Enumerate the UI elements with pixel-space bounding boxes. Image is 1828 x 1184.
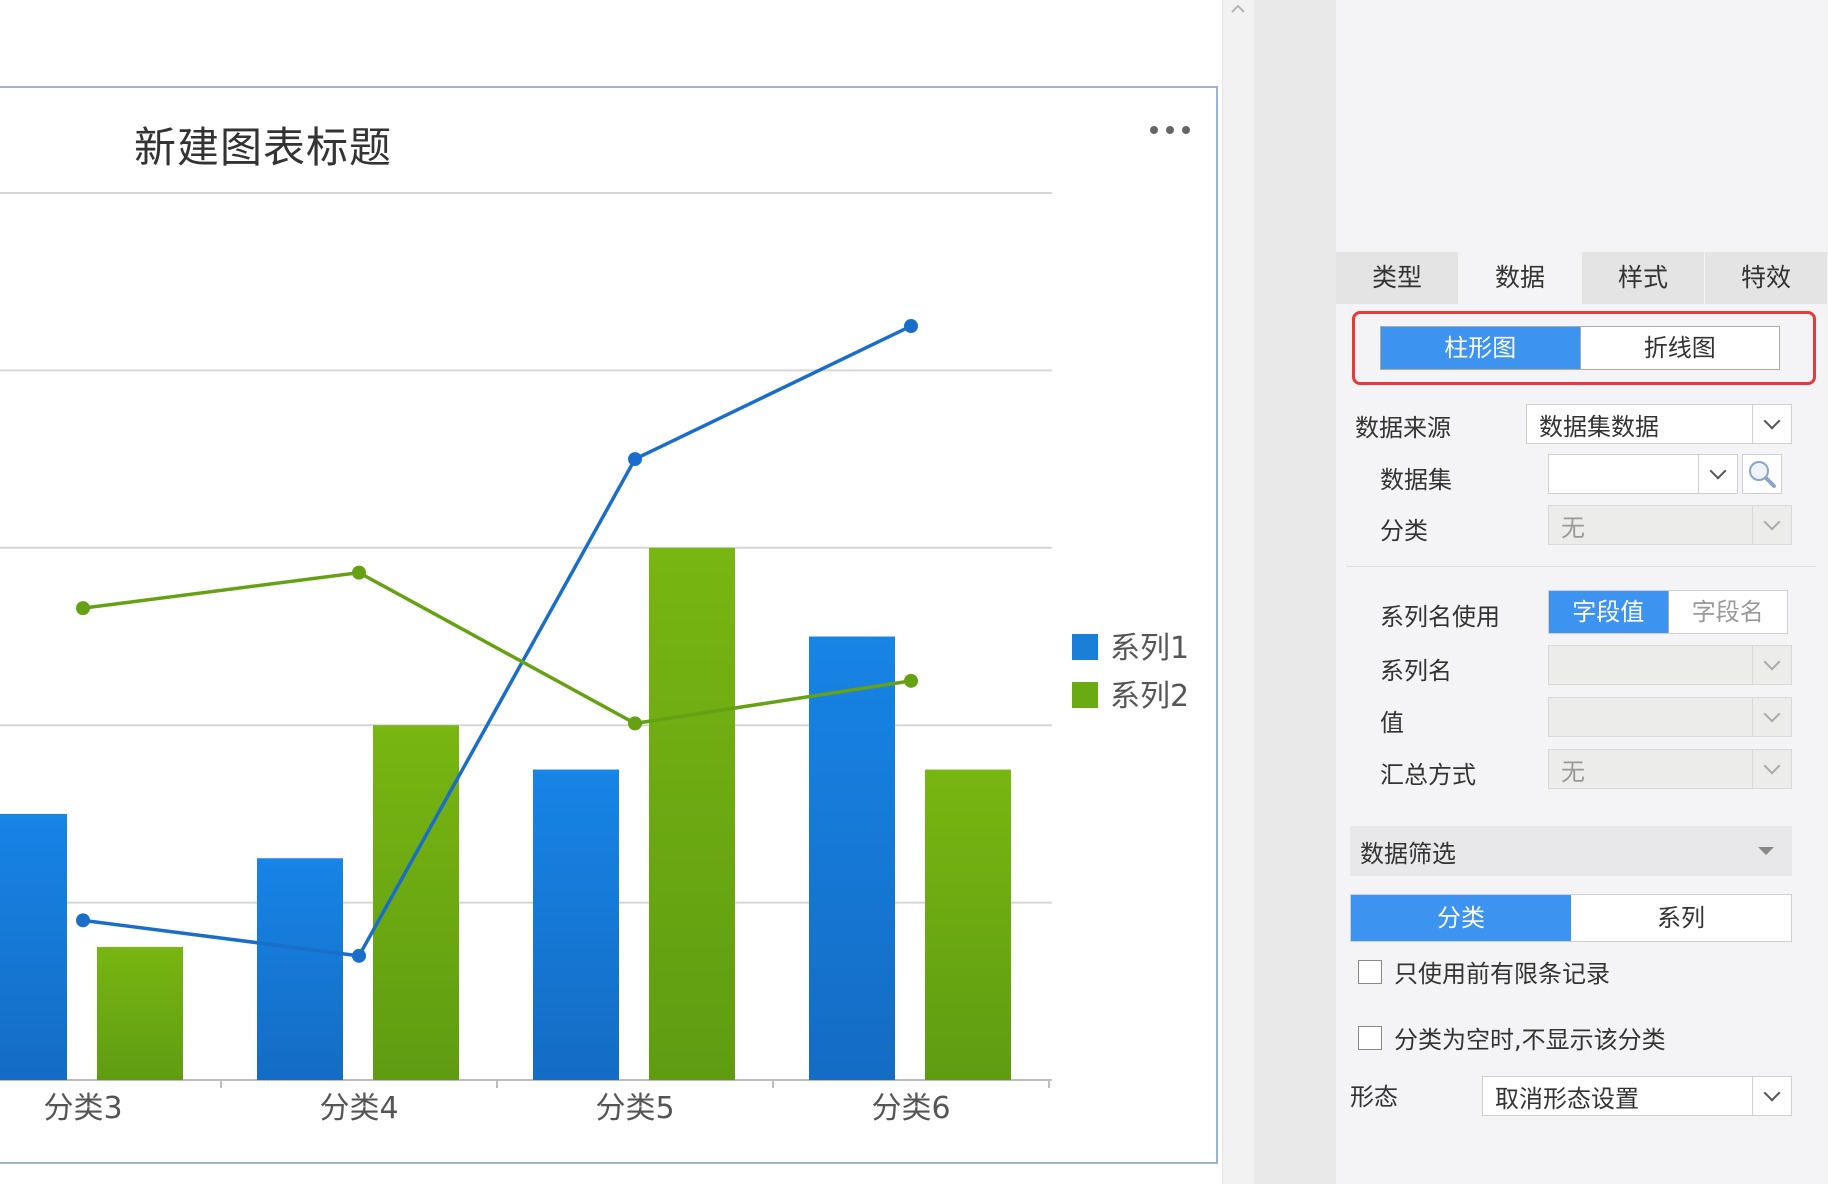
combo-chart: 分类3 分类4 分类5 分类6 系列1 系列2 [0,192,1189,1126]
category-select[interactable]: 无 [1548,505,1792,545]
limit-records-label: 只使用前有限条记录 [1394,960,1610,988]
data-filter-header[interactable]: 数据筛选 [1350,826,1792,876]
limit-records-checkbox-row[interactable]: 只使用前有限条记录 [1358,954,1610,989]
line-point [628,716,642,731]
series-name-select[interactable] [1548,645,1792,685]
x-tick-label: 分类5 [595,1091,674,1126]
chevron-down-icon[interactable] [1752,750,1791,788]
legend-label: 系列1 [1110,631,1189,666]
bar-series1 [257,858,343,1080]
value-select[interactable] [1548,697,1792,737]
bar-series2 [649,547,735,1080]
chevron-down-icon[interactable] [1698,455,1737,493]
category-value: 无 [1561,513,1585,542]
field-value-option[interactable]: 字段值 [1549,591,1668,633]
chevron-down-icon[interactable] [1752,405,1791,443]
aggregate-select[interactable]: 无 [1548,749,1792,789]
dataset-label: 数据集 [1380,466,1452,494]
chart-title: 新建图表标题 [134,123,393,172]
aggregate-value: 无 [1561,757,1585,786]
series-name-label: 系列名 [1380,657,1452,685]
hide-empty-category-checkbox-row[interactable]: 分类为空时,不显示该分类 [1358,1020,1666,1055]
bar-series1 [533,769,619,1080]
bar-series1 [809,636,895,1080]
series-name-use-toggle: 字段值 字段名 [1548,590,1788,634]
bar-series2 [925,769,1011,1080]
x-tick-label: 分类3 [43,1091,122,1126]
data-filter-label: 数据筛选 [1360,839,1456,868]
value-label: 值 [1380,709,1404,737]
vertical-scrollbar[interactable] [1222,0,1255,1184]
bar-series2 [97,946,183,1080]
category-label: 分类 [1380,517,1428,545]
aggregate-label: 汇总方式 [1380,761,1476,789]
line-point [352,948,366,963]
bar-series2 [373,725,459,1080]
bar-chart-option[interactable]: 柱形图 [1381,327,1580,369]
legend-swatch [1072,682,1098,708]
x-tick-label: 分类6 [871,1091,950,1126]
chevron-up-icon[interactable] [1222,0,1254,18]
data-source-select[interactable]: 数据集数据 [1526,404,1792,444]
line-point [628,452,642,467]
limit-records-checkbox[interactable] [1358,959,1382,984]
chart-type-toggle: 柱形图 折线图 [1380,326,1780,370]
chevron-down-icon[interactable] [1752,646,1791,684]
line-series2 [82,570,912,726]
panel-tabs: 类型 数据 样式 特效 [1336,252,1828,304]
hide-empty-category-checkbox[interactable] [1358,1025,1382,1050]
bar-series1 [0,813,67,1080]
line-series1 [82,324,912,958]
data-source-label: 数据来源 [1355,414,1451,442]
chart-canvas: 分类3 分类4 分类5 分类6 系列1 系列2 新建图表标题 [0,0,1220,1184]
series-name-use-label: 系列名使用 [1380,603,1500,631]
hide-empty-category-label: 分类为空时,不显示该分类 [1394,1026,1666,1054]
legend-label: 系列2 [1110,679,1189,714]
section-divider [1346,566,1816,567]
chevron-down-icon[interactable] [1752,1077,1791,1115]
tab-type[interactable]: 类型 [1336,252,1459,304]
chevron-down-icon[interactable] [1752,698,1791,736]
data-filter-toggle: 分类 系列 [1350,894,1792,942]
line-chart-option[interactable]: 折线图 [1579,327,1779,369]
collapse-triangle-icon[interactable] [1758,847,1774,855]
search-icon[interactable] [1742,454,1782,494]
shape-select[interactable]: 取消形态设置 [1482,1076,1792,1116]
line-point [904,319,918,334]
dataset-select[interactable] [1548,454,1738,494]
shape-label: 形态 [1350,1083,1398,1111]
field-name-option[interactable]: 字段名 [1667,591,1787,633]
line-point [76,913,90,928]
shape-value: 取消形态设置 [1495,1084,1639,1113]
x-tick-label: 分类4 [319,1091,398,1126]
data-source-value: 数据集数据 [1539,412,1659,441]
legend-swatch [1072,634,1098,660]
chevron-down-icon[interactable] [1752,506,1791,544]
filter-series-option[interactable]: 系列 [1571,895,1791,941]
tab-data[interactable]: 数据 [1459,252,1582,304]
line-point [904,673,918,688]
panel-gutter [1254,0,1336,1184]
line-point [76,601,90,616]
tab-effects[interactable]: 特效 [1705,252,1828,304]
line-point [352,565,366,580]
tab-style[interactable]: 样式 [1582,252,1705,304]
more-horizontal-icon[interactable] [1150,118,1190,142]
filter-category-option[interactable]: 分类 [1351,895,1571,941]
